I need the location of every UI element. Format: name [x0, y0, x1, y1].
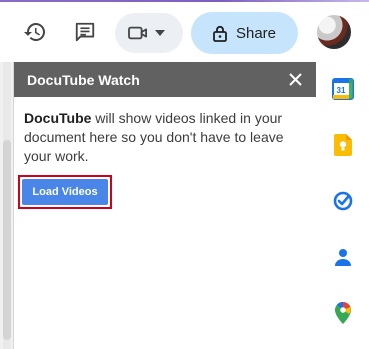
panel-header: DocuTube Watch: [14, 62, 316, 97]
keep-icon[interactable]: [332, 134, 354, 156]
toolbar: Share: [0, 2, 369, 62]
meet-button[interactable]: [115, 13, 183, 53]
avatar[interactable]: [317, 15, 351, 49]
panel-body: DocuTube will show videos linked in your…: [14, 97, 316, 166]
panel-title: DocuTube Watch: [27, 71, 140, 88]
scrollbar-thumb[interactable]: [3, 140, 11, 340]
load-videos-button[interactable]: Load Videos: [22, 179, 108, 205]
calendar-date-label: 31: [337, 86, 346, 95]
lock-icon: [213, 25, 227, 42]
share-label: Share: [235, 24, 277, 42]
calendar-icon[interactable]: 31: [332, 78, 354, 100]
panel-description: DocuTube will show videos linked in your…: [24, 109, 307, 166]
history-icon[interactable]: [19, 16, 51, 48]
highlight-box: Load Videos: [18, 175, 112, 209]
close-icon[interactable]: [286, 71, 304, 89]
app-name: DocuTube: [24, 110, 92, 126]
chevron-down-icon: [155, 30, 165, 36]
video-camera-icon: [128, 26, 147, 40]
share-button[interactable]: Share: [191, 12, 298, 54]
right-side-rail: 31: [316, 62, 369, 349]
comment-icon[interactable]: [69, 16, 101, 48]
contacts-icon[interactable]: [332, 246, 354, 268]
maps-icon[interactable]: [332, 302, 354, 324]
app-window: Share DocuTube Watch DocuTube will show …: [0, 0, 369, 349]
side-panel: DocuTube Watch DocuTube will show videos…: [13, 62, 316, 349]
tasks-icon[interactable]: [332, 190, 354, 212]
